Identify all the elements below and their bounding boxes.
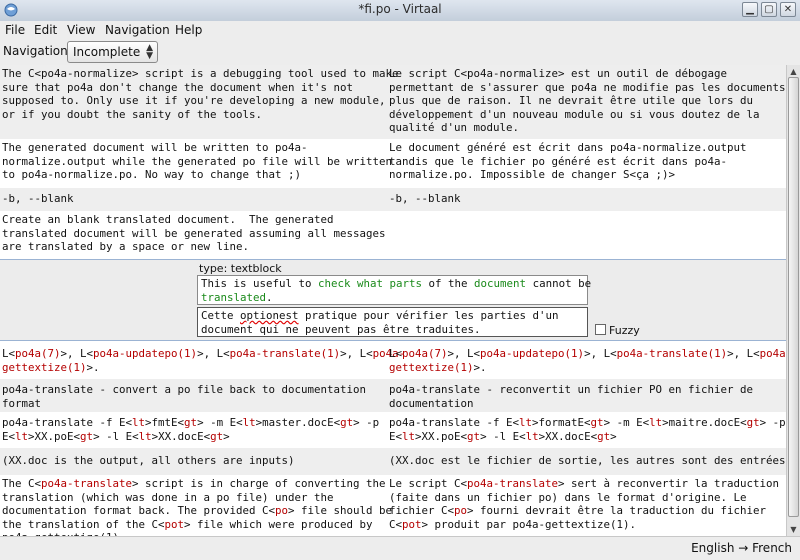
unit-row[interactable]: The C<po4a-normalize> script is a debugg… bbox=[0, 65, 786, 139]
unit-row[interactable]: The C<po4a-translate> script is in charg… bbox=[0, 475, 786, 536]
unit-row[interactable]: The generated document will be written t… bbox=[0, 139, 786, 188]
vertical-scrollbar[interactable]: ▲ ▼ bbox=[786, 65, 800, 536]
minimize-button[interactable]: ▁ bbox=[742, 2, 758, 17]
unit-source-text: Create an blank translated document. The… bbox=[2, 213, 386, 253]
unit-row[interactable]: -b, --blank -b, --blank bbox=[0, 188, 786, 211]
maximize-button[interactable]: ▢ bbox=[761, 2, 777, 17]
unit-target-text: -b, --blank bbox=[389, 192, 461, 205]
fuzzy-label: Fuzzy bbox=[609, 324, 640, 337]
menu-view[interactable]: View bbox=[67, 23, 95, 37]
unit-target-text: Le script C<po4a-normalize> est un outil… bbox=[389, 67, 786, 134]
fuzzy-checkbox[interactable]: Fuzzy bbox=[595, 324, 640, 337]
combo-arrows-icon: ▲ ▼ bbox=[146, 43, 153, 61]
status-bar: English → French bbox=[0, 536, 800, 560]
unit-source-text: -b, --blank bbox=[2, 192, 74, 205]
unit-row[interactable]: po4a-translate -f E<lt>fmtE<gt> -m E<lt>… bbox=[0, 412, 786, 448]
unit-row[interactable]: Create an blank translated document. The… bbox=[0, 211, 786, 259]
unit-target-text: (XX.doc est le fichier de sortie, les au… bbox=[389, 454, 786, 467]
unit-row[interactable]: L<po4a(7)>, L<po4a-updatepo(1)>, L<po4a-… bbox=[0, 345, 786, 379]
unit-target-text: po4a-translate -f E<lt>formatE<gt> -m E<… bbox=[389, 416, 786, 443]
navigation-mode-value: Incomplete bbox=[73, 45, 141, 59]
navigation-bar: Navigation: Incomplete ▲ ▼ bbox=[0, 39, 800, 65]
menu-bar: File Edit View Navigation Help bbox=[0, 21, 800, 39]
scrollbar-thumb[interactable] bbox=[788, 77, 799, 517]
menu-edit[interactable]: Edit bbox=[34, 23, 57, 37]
fuzzy-check-box[interactable] bbox=[595, 324, 606, 335]
language-pair-button[interactable]: English → French bbox=[691, 541, 792, 555]
editor-target-input[interactable]: Cette optionest pratique pour vérifier l… bbox=[197, 307, 588, 337]
scroll-down-icon[interactable]: ▼ bbox=[787, 523, 800, 536]
unit-target-text: Le script C<po4a-translate> sert à recon… bbox=[389, 477, 780, 531]
unit-source-text: L<po4a(7)>, L<po4a-updatepo(1)>, L<po4a-… bbox=[2, 347, 406, 374]
unit-row[interactable]: po4a-translate - convert a po file back … bbox=[0, 379, 786, 412]
unit-target-text: L<po4a(7)>, L<po4a-updatepo(1)>, L<po4a-… bbox=[389, 347, 786, 374]
unit-source-text: (XX.doc is the output, all others are in… bbox=[2, 454, 295, 467]
navigation-label: Navigation: bbox=[3, 44, 72, 58]
navigation-mode-select[interactable]: Incomplete ▲ ▼ bbox=[67, 41, 158, 63]
unit-editor[interactable]: type: textblock This is useful to check … bbox=[0, 259, 786, 341]
unit-source-text: The generated document will be written t… bbox=[2, 141, 393, 181]
unit-source-text: po4a-translate - convert a po file back … bbox=[2, 383, 367, 410]
editor-source-text: This is useful to check what parts of th… bbox=[197, 275, 591, 305]
unit-target-text: Le document généré est écrit dans po4a-n… bbox=[389, 141, 747, 181]
unit-source-text: The C<po4a-normalize> script is a debugg… bbox=[2, 67, 399, 121]
menu-navigation[interactable]: Navigation bbox=[105, 23, 170, 37]
menu-file[interactable]: File bbox=[5, 23, 25, 37]
close-button[interactable]: ✕ bbox=[780, 2, 796, 17]
unit-source-text: po4a-translate -f E<lt>fmtE<gt> -m E<lt>… bbox=[2, 416, 380, 443]
unit-type-label: type: textblock bbox=[199, 262, 282, 275]
unit-source-text: The C<po4a-translate> script is in charg… bbox=[2, 477, 393, 536]
window-title: *fi.po - Virtaal bbox=[358, 2, 442, 16]
unit-row[interactable]: (XX.doc is the output, all others are in… bbox=[0, 448, 786, 475]
title-bar: *fi.po - Virtaal ▁ ▢ ✕ bbox=[0, 0, 800, 22]
translation-unit-list[interactable]: The C<po4a-normalize> script is a debugg… bbox=[0, 65, 786, 536]
menu-help[interactable]: Help bbox=[175, 23, 202, 37]
unit-target-text: po4a-translate - reconvertit un fichier … bbox=[389, 383, 754, 410]
